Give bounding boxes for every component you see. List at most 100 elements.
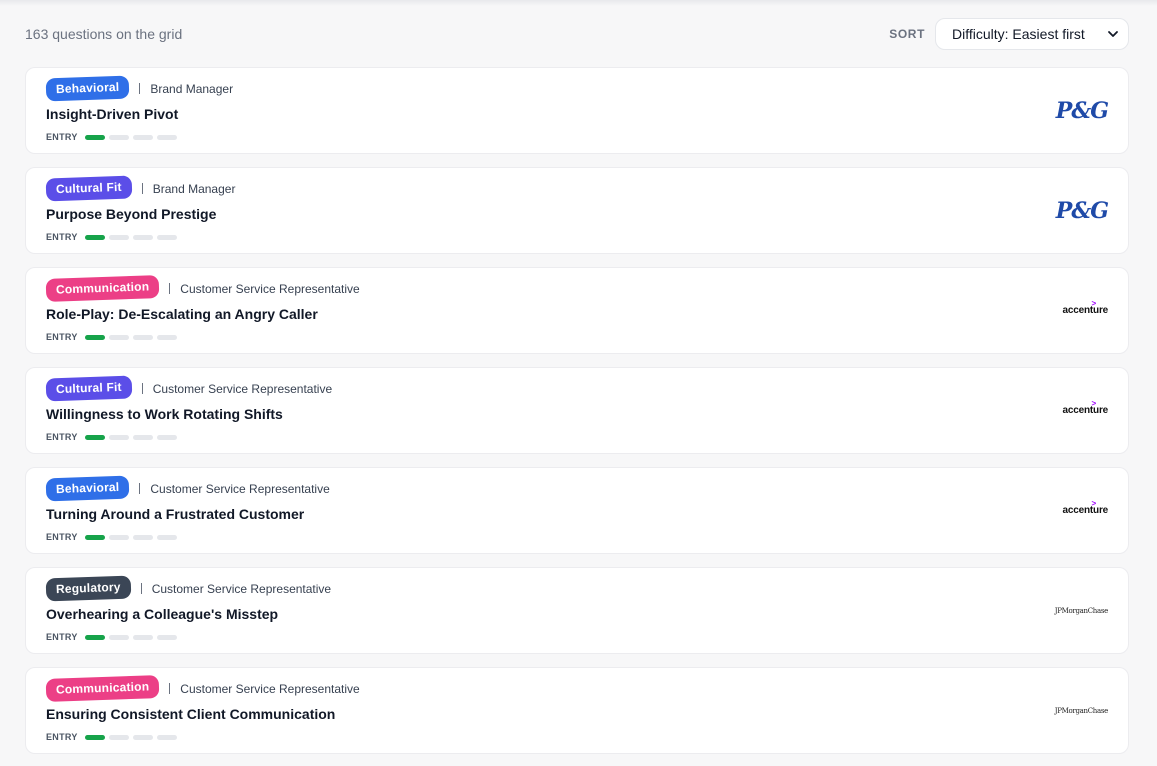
question-card[interactable]: Behavioral Customer Service Representati… — [25, 467, 1129, 554]
difficulty-bar — [156, 534, 177, 540]
card-meta: Cultural Fit Brand Manager — [45, 175, 236, 202]
difficulty-bars — [84, 434, 181, 440]
question-list: Behavioral Brand Manager Insight-Driven … — [25, 67, 1129, 754]
role-label: Customer Service Representative — [180, 281, 360, 296]
difficulty-level-label: ENTRY — [46, 432, 78, 442]
company-logo-text: JPMorganChase — [1054, 606, 1109, 615]
meta-divider — [169, 283, 171, 294]
meta-divider — [169, 683, 171, 694]
role-label: Brand Manager — [152, 181, 236, 196]
difficulty-bar — [132, 134, 153, 140]
difficulty-bar — [84, 434, 105, 440]
difficulty-bar — [108, 434, 129, 440]
card-meta: Cultural Fit Customer Service Representa… — [45, 375, 333, 402]
difficulty-bar — [84, 534, 105, 540]
company-logo: P&G — [1055, 168, 1109, 253]
question-card[interactable]: Regulatory Customer Service Representati… — [25, 567, 1129, 654]
chevron-down-icon — [1108, 31, 1118, 37]
sort-label: SORT — [889, 27, 925, 41]
accenture-mark-icon: > — [1091, 399, 1097, 408]
difficulty-bar — [108, 634, 129, 640]
company-logo-text: accenture > — [1062, 499, 1109, 516]
category-tag: Communication — [45, 675, 160, 702]
company-logo: P&G — [1055, 68, 1109, 153]
sort-select[interactable]: Difficulty: Easiest first — [935, 18, 1129, 50]
card-meta: Regulatory Customer Service Representati… — [45, 575, 332, 602]
difficulty-indicator: ENTRY — [46, 332, 181, 342]
question-count: 163 questions on the grid — [25, 26, 183, 42]
role-label: Customer Service Representative — [152, 381, 333, 396]
difficulty-level-label: ENTRY — [46, 732, 78, 742]
meta-divider — [141, 183, 143, 194]
difficulty-bar — [156, 734, 177, 740]
difficulty-level-label: ENTRY — [46, 132, 78, 142]
difficulty-bar — [132, 734, 153, 740]
difficulty-bar — [132, 634, 153, 640]
difficulty-bar — [132, 334, 153, 340]
company-logo: accenture > — [1062, 468, 1109, 553]
difficulty-bars — [84, 734, 181, 740]
question-card[interactable]: Cultural Fit Customer Service Representa… — [25, 367, 1129, 454]
meta-divider — [139, 483, 141, 494]
difficulty-bar — [156, 334, 177, 340]
difficulty-bar — [156, 134, 177, 140]
meta-divider — [141, 383, 143, 394]
question-card[interactable]: Behavioral Brand Manager Insight-Driven … — [25, 67, 1129, 154]
company-logo-text: JPMorganChase — [1054, 706, 1109, 715]
difficulty-bar — [108, 334, 129, 340]
category-tag: Regulatory — [45, 575, 132, 602]
accenture-mark-icon: > — [1091, 499, 1097, 508]
card-meta: Behavioral Customer Service Representati… — [45, 475, 330, 502]
difficulty-bar — [84, 634, 105, 640]
difficulty-level-label: ENTRY — [46, 532, 78, 542]
card-meta: Communication Customer Service Represent… — [45, 675, 360, 702]
company-logo: accenture > — [1063, 368, 1109, 453]
company-logo-text: P&G — [1055, 97, 1109, 124]
list-toolbar: 163 questions on the grid SORT Difficult… — [25, 18, 1129, 50]
role-label: Customer Service Representative — [151, 581, 332, 596]
difficulty-bar — [132, 534, 153, 540]
role-label: Customer Service Representative — [180, 681, 360, 696]
difficulty-bar — [84, 134, 105, 140]
category-tag: Cultural Fit — [45, 375, 133, 402]
question-card[interactable]: Communication Customer Service Represent… — [25, 667, 1129, 754]
difficulty-bars — [84, 234, 181, 240]
question-card[interactable]: Cultural Fit Brand Manager Purpose Beyon… — [25, 167, 1129, 254]
difficulty-bars — [84, 334, 181, 340]
question-title: Ensuring Consistent Client Communication — [46, 706, 336, 722]
sort-control: SORT Difficulty: Easiest first — [889, 18, 1129, 50]
question-title: Insight-Driven Pivot — [46, 106, 179, 122]
company-logo-text: accenture > — [1062, 299, 1109, 316]
difficulty-level-label: ENTRY — [46, 332, 78, 342]
difficulty-indicator: ENTRY — [46, 632, 181, 642]
question-title: Turning Around a Frustrated Customer — [46, 506, 305, 522]
accenture-mark-icon: > — [1091, 299, 1097, 308]
meta-divider — [139, 83, 141, 94]
company-logo-text: P&G — [1055, 197, 1109, 224]
role-label: Customer Service Representative — [150, 481, 330, 496]
question-title: Willingness to Work Rotating Shifts — [46, 406, 283, 422]
question-title: Role-Play: De-Escalating an Angry Caller — [46, 306, 318, 322]
difficulty-indicator: ENTRY — [46, 232, 181, 242]
difficulty-bar — [156, 234, 177, 240]
difficulty-bar — [108, 234, 129, 240]
category-tag: Communication — [45, 275, 160, 302]
company-logo: JPMorganChase — [1054, 668, 1109, 753]
card-meta: Behavioral Brand Manager — [45, 75, 233, 102]
difficulty-bar — [156, 634, 177, 640]
difficulty-bar — [156, 434, 177, 440]
difficulty-level-label: ENTRY — [46, 632, 78, 642]
difficulty-bars — [84, 134, 181, 140]
difficulty-bar — [132, 434, 153, 440]
difficulty-bars — [84, 634, 181, 640]
difficulty-bar — [108, 134, 129, 140]
card-meta: Communication Customer Service Represent… — [45, 275, 360, 302]
question-title: Purpose Beyond Prestige — [46, 206, 217, 222]
category-tag: Behavioral — [45, 75, 130, 102]
company-logo: accenture > — [1062, 268, 1109, 353]
difficulty-bar — [132, 234, 153, 240]
difficulty-indicator: ENTRY — [46, 532, 181, 542]
header-shadow — [0, 0, 1157, 6]
question-card[interactable]: Communication Customer Service Represent… — [25, 267, 1129, 354]
sort-selected-value: Difficulty: Easiest first — [952, 26, 1085, 42]
